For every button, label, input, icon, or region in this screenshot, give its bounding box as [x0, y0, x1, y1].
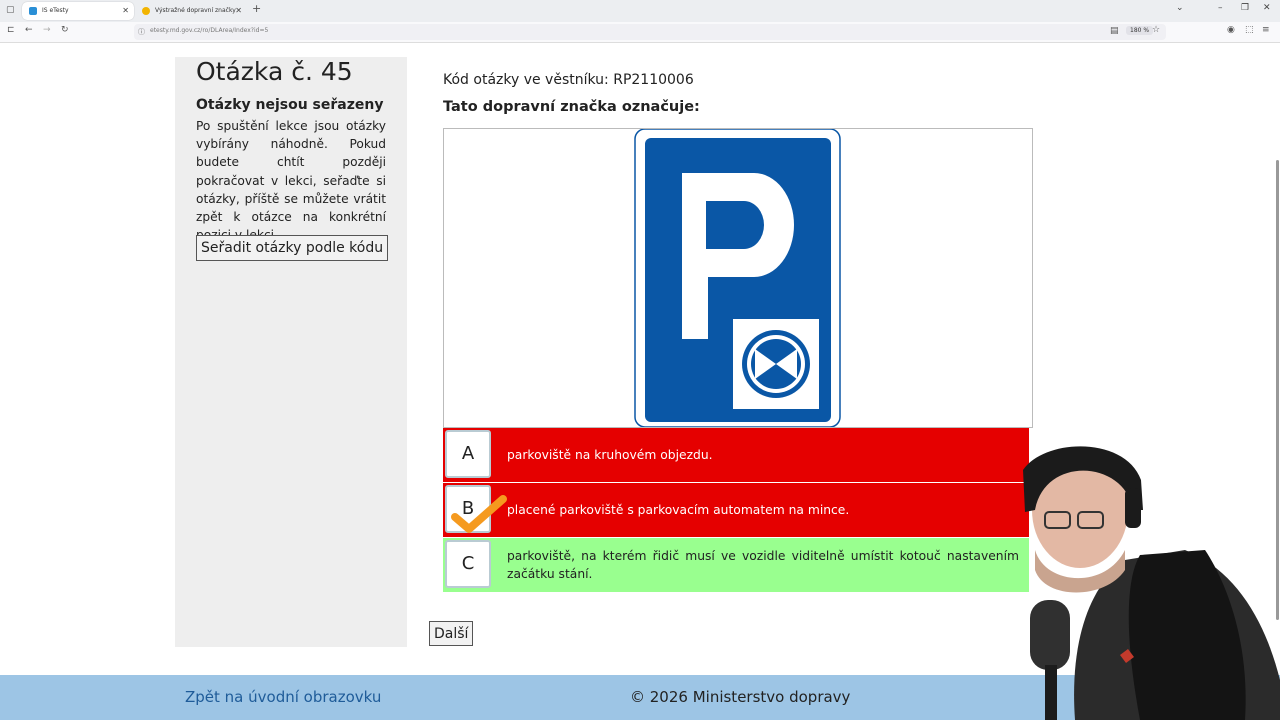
sidebar-toggle-icon[interactable]: ⊏ — [7, 25, 15, 35]
account-icon[interactable]: ◉ — [1227, 25, 1235, 35]
answer-b[interactable]: B placené parkoviště s parkovacím automa… — [443, 483, 1029, 537]
tab-vystrazne-znacky[interactable]: Výstražné dopravní značky ✕ — [135, 2, 247, 20]
restore-icon[interactable]: ❐ — [1241, 3, 1249, 13]
next-question-button[interactable]: Další — [429, 621, 474, 646]
lesson-sidebar: Otázka č. 45 Otázky nejsou seřazeny Po s… — [175, 57, 407, 647]
webcam-overlay — [975, 440, 1280, 720]
close-window-icon[interactable]: ✕ — [1263, 3, 1271, 13]
answer-a[interactable]: A parkoviště na kruhovém objezdu. — [443, 428, 1029, 482]
answer-c[interactable]: C parkoviště, na kterém řidič musí ve vo… — [443, 538, 1029, 592]
menu-icon[interactable]: ≡ — [1262, 25, 1270, 35]
bookmark-star-icon[interactable]: ☆ — [1152, 25, 1160, 35]
close-tab-icon[interactable]: ✕ — [235, 2, 242, 20]
tab-overflow-chevron-icon[interactable]: ⌄ — [1176, 3, 1184, 13]
sort-by-code-button[interactable]: Seřadit otázky podle kódu — [196, 235, 389, 261]
question-image: P — [443, 128, 1033, 428]
tab-title: IS eTesty — [42, 7, 69, 14]
question-number: Otázka č. 45 — [196, 57, 353, 86]
warning-sign-favicon-icon — [142, 7, 150, 15]
svg-text:P: P — [444, 129, 445, 130]
extensions-icon[interactable]: ⬚ — [1245, 25, 1254, 35]
tab-etesty[interactable]: IS eTesty ✕ — [22, 2, 134, 20]
answer-text-c[interactable]: parkoviště, na kterém řidič musí ve vozi… — [507, 547, 1019, 583]
new-tab-icon[interactable]: + — [252, 2, 261, 15]
site-info-icon[interactable]: ⓘ — [138, 27, 145, 37]
answer-letter-a[interactable]: A — [445, 430, 491, 478]
zoom-level[interactable]: 180 % — [1126, 26, 1154, 35]
streamer-webcam-image — [1023, 446, 1280, 720]
etesty-favicon-icon — [29, 7, 37, 15]
reader-view-icon[interactable]: ▤ — [1110, 26, 1119, 36]
question-prompt: Tato dopravní značka označuje: — [443, 99, 700, 115]
close-tab-icon[interactable]: ✕ — [122, 2, 129, 20]
forward-icon[interactable]: → — [43, 25, 51, 35]
reload-icon[interactable]: ↻ — [61, 25, 69, 35]
question-code: Kód otázky ve věstníku: RP2110006 — [443, 72, 694, 88]
browser-tab-bar: ▢ IS eTesty ✕ Výstražné dopravní značky … — [0, 0, 1280, 22]
minimize-icon[interactable]: – — [1218, 3, 1223, 13]
checkmark-icon — [451, 495, 507, 533]
tab-list-icon[interactable]: ▢ — [6, 5, 15, 15]
answer-text-a[interactable]: parkoviště na kruhovém objezdu. — [507, 446, 713, 464]
sort-status-heading: Otázky nejsou seřazeny — [196, 97, 384, 113]
answer-text-b[interactable]: placené parkoviště s parkovacím automate… — [507, 501, 849, 519]
copyright-text: © 2026 Ministerstvo dopravy — [630, 688, 851, 706]
address-bar[interactable]: ⓘ etesty.md.gov.cz/ro/DLArea/Index?id=5 … — [134, 24, 1166, 40]
tab-title: Výstražné dopravní značky — [155, 7, 236, 14]
back-icon[interactable]: ← — [25, 25, 33, 35]
browser-nav-bar: ⊏ ← → ↻ ⓘ etesty.md.gov.cz/ro/DLArea/Ind… — [0, 22, 1280, 43]
url-text[interactable]: etesty.md.gov.cz/ro/DLArea/Index?id=5 — [150, 27, 268, 34]
answer-letter-c[interactable]: C — [445, 540, 491, 588]
parking-disc-sign-icon: P — [444, 128, 841, 428]
sort-info-text: Po spuštění lekce jsou otázky vybírány n… — [196, 119, 386, 242]
back-to-home-link[interactable]: Zpět na úvodní obrazovku — [185, 688, 381, 706]
